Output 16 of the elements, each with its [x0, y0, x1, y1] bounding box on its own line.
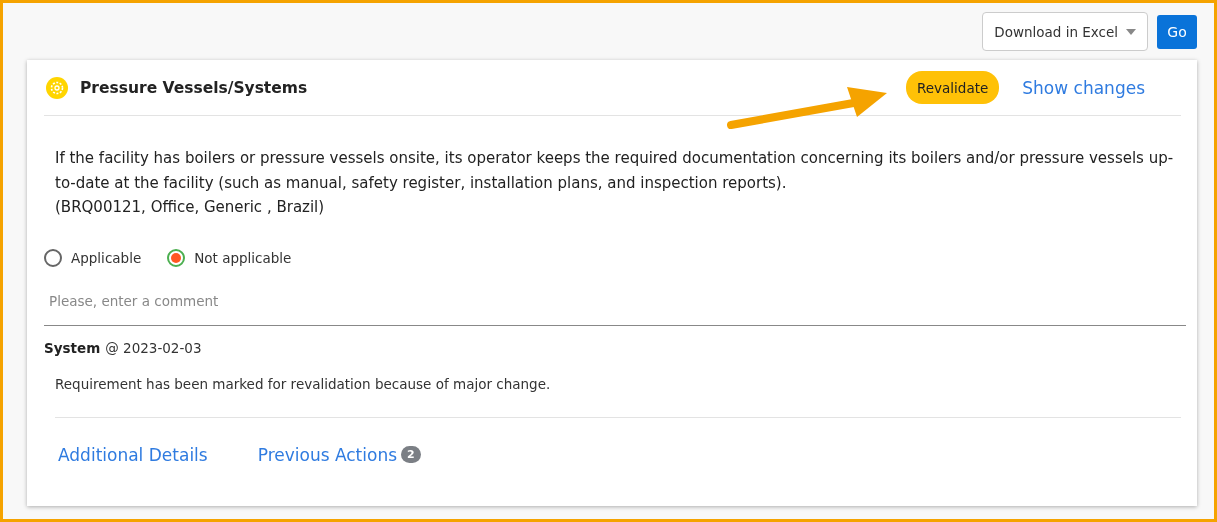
- radio-option[interactable]: Applicable: [44, 248, 142, 267]
- show-changes-link[interactable]: Show changes: [1022, 77, 1145, 98]
- comment-author: System: [44, 339, 101, 356]
- gear-icon: [46, 76, 68, 99]
- comment-date: @ 2023-02-03: [105, 339, 202, 356]
- requirement-title: Pressure Vessels/Systems: [80, 78, 309, 97]
- details-tab[interactable]: Additional Details: [58, 444, 208, 465]
- requirement-description: If the facility has boilers or pressure vessels onsite, its operator keeps the required documentation concerning its boilers and/or pressure vessels up-to-date at the facility (such as manual, safety register, installation plans, and inspection reports).: [55, 148, 1175, 194]
- radio-option[interactable]: Not applicable: [167, 248, 292, 267]
- caret-icon: [1126, 28, 1136, 35]
- details-tab[interactable]: Previous Actions 2: [257, 444, 421, 465]
- revalidate-button[interactable]: Revalidate: [906, 71, 1000, 104]
- go-button[interactable]: Go: [1157, 14, 1197, 49]
- export-select[interactable]: Download in Excel: [982, 12, 1148, 51]
- requirement-reference: (BRQ00121, Office, Generic , Brazil): [55, 197, 326, 218]
- comment-message: Requirement has been marked for revalidation because of major change.: [55, 375, 1181, 418]
